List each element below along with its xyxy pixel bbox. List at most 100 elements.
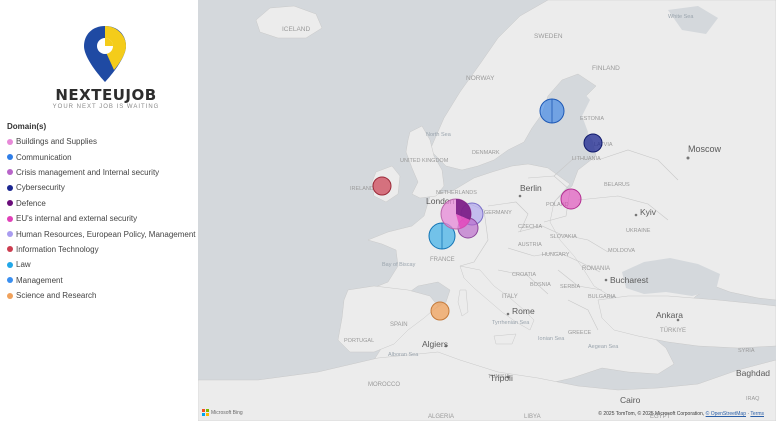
legend-item-defence[interactable]: Defence [7, 196, 196, 211]
job-bubble-riga[interactable] [583, 133, 603, 153]
map-label-croatia: CROATIA [512, 272, 536, 278]
job-bubble-barcelona[interactable] [430, 301, 450, 321]
map-label-aegean-sea: Aegean Sea [588, 344, 619, 350]
map-label-iraq: IRAQ [746, 396, 760, 402]
map-city-cairo: Cairo [620, 395, 641, 405]
legend-dot-icon [7, 261, 13, 268]
map-label-moldova: MOLDOVA [608, 248, 635, 254]
legend-dot-icon [7, 215, 13, 222]
map-label-france: FRANCE [430, 257, 455, 263]
map-label-bosnia: BOSNIA [530, 282, 551, 288]
map-city-berlin: Berlin [520, 183, 542, 193]
legend-label: Information Technology [16, 244, 99, 254]
map-label-libya: LIBYA [524, 414, 541, 420]
attribution-text: © 2025 TomTom, © 2025 Microsoft Corporat… [598, 411, 705, 417]
map-label-slovakia: SLOVAKIA [550, 234, 577, 240]
map-city-algiers: Algiers [422, 339, 448, 349]
legend-dot-icon [7, 231, 13, 238]
map-label-italy: ITALY [502, 294, 518, 300]
legend-item-communication[interactable]: Communication [7, 149, 196, 164]
map-label-north-sea: North Sea [426, 132, 452, 138]
map-label-denmark: DENMARK [472, 150, 500, 156]
map-city-kyiv: Kyiv [640, 207, 657, 217]
map-label-spain: SPAIN [390, 322, 408, 328]
map-label-ukraine: UKRAINE [626, 228, 651, 234]
job-bubble-dublin[interactable] [372, 176, 392, 196]
map-label-alboran-sea: Alboran Sea [388, 352, 419, 358]
map-attribution: © 2025 TomTom, © 2025 Microsoft Corporat… [598, 411, 764, 417]
legend-item-information-technology[interactable]: Information Technology [7, 242, 196, 257]
map-city-moscow: Moscow [688, 144, 722, 154]
legend-label: Defence [16, 198, 46, 208]
map-label-norway: NORWAY [466, 75, 495, 82]
map-label-white-sea: White Sea [668, 14, 694, 20]
legend-label: Cybersecurity [16, 183, 65, 193]
terms-link[interactable]: Terms [750, 411, 764, 417]
map-label-tyrrhenian-sea: Tyrrhenian Sea [492, 320, 530, 326]
map-label-greece: GREECE [568, 330, 592, 336]
windows-logo-icon [202, 409, 209, 416]
legend-item-cybersecurity[interactable]: Cybersecurity [7, 180, 196, 195]
legend-dot-icon [7, 200, 13, 207]
map-label-ionian-sea: Ionian Sea [538, 336, 565, 342]
legend-dot-icon [7, 277, 13, 284]
brand-name: NEXTEUJOB [55, 86, 157, 104]
brand-tagline: YOUR NEXT JOB IS WAITING [52, 104, 160, 110]
map-city-ankara: Ankara [656, 310, 683, 320]
map-label-bulgaria: BULGARIA [588, 294, 616, 300]
map-label-estonia: ESTONIA [580, 116, 604, 122]
legend-label: Law [16, 260, 31, 270]
map-city-bucharest: Bucharest [610, 275, 649, 285]
openstreetmap-link[interactable]: © OpenStreetMap [706, 411, 746, 417]
map-canvas[interactable]: ICELAND NORWAY SWEDEN FINLAND ESTONIA LA… [198, 0, 776, 421]
map-label-austria: AUSTRIA [518, 242, 542, 248]
legend-item-law[interactable]: Law [7, 257, 196, 272]
legend-dot-icon [7, 184, 13, 191]
legend-label: Communication [16, 152, 72, 162]
legend-dot-icon [7, 292, 13, 299]
map-label-bay-of-biscay: Bay of Biscay [382, 262, 416, 268]
legend-item-human-resources[interactable]: Human Resources, European Policy, Manage… [7, 226, 196, 241]
legend-label: Science and Research [16, 291, 97, 301]
legend-dot-icon [7, 246, 13, 253]
legend-dot-icon [7, 169, 13, 176]
attribution-separator: · [747, 411, 750, 417]
map-label-germany: GERMANY [484, 210, 512, 216]
map-label-ireland: IRELAND [350, 186, 374, 192]
map-label-czechia: CZECHIA [518, 224, 542, 230]
legend-label: Buildings and Supplies [16, 137, 97, 147]
map-label-hungary: HUNGARY [542, 252, 570, 258]
map-label-syria: SYRIA [738, 348, 755, 354]
map-label-portugal: PORTUGAL [344, 338, 374, 344]
legend-item-buildings[interactable]: Buildings and Supplies [7, 134, 196, 149]
map-label-serbia: SERBIA [560, 284, 581, 290]
legend-item-crisis-management[interactable]: Crisis management and Internal security [7, 165, 196, 180]
map-label-lithuania: LITHUANIA [572, 156, 601, 162]
sidebar: NEXTEUJOB YOUR NEXT JOB IS WAITING Domai… [0, 0, 199, 421]
map-label-turkiye: TÜRKIYE [660, 327, 686, 334]
map-label-sweden: SWEDEN [534, 33, 563, 40]
job-bubble-warsaw[interactable] [560, 188, 582, 210]
legend-item-management[interactable]: Management [7, 273, 196, 288]
legend-item-eu-security[interactable]: EU's internal and external security [7, 211, 196, 226]
map-label-algeria: ALGERIA [428, 414, 454, 420]
legend-label: EU's internal and external security [16, 214, 138, 224]
legend-dot-icon [7, 138, 13, 145]
legend-title: Domain(s) [7, 122, 47, 131]
map-city-tripoli: Tripoli [490, 373, 513, 383]
map-city-baghdad: Baghdad [736, 368, 770, 378]
map-label-romania: ROMANIA [582, 266, 610, 272]
map-label-morocco: MOROCCO [368, 382, 400, 388]
bing-label: Microsoft Bing [211, 409, 243, 416]
map-city-rome: Rome [512, 306, 535, 316]
location-pin-logo-icon [84, 26, 126, 82]
bing-logo: Microsoft Bing [202, 409, 243, 416]
domain-legend: Buildings and Supplies Communication Cri… [7, 134, 196, 303]
map-label-iceland: ICELAND [282, 26, 310, 33]
legend-item-science-research[interactable]: Science and Research [7, 288, 196, 303]
map-label-belarus: BELARUS [604, 182, 630, 188]
map-label-finland: FINLAND [592, 65, 620, 72]
europe-map[interactable]: ICELAND NORWAY SWEDEN FINLAND ESTONIA LA… [198, 0, 776, 421]
map-label-united-kingdom: UNITED KINGDOM [400, 158, 449, 164]
legend-dot-icon [7, 154, 13, 161]
